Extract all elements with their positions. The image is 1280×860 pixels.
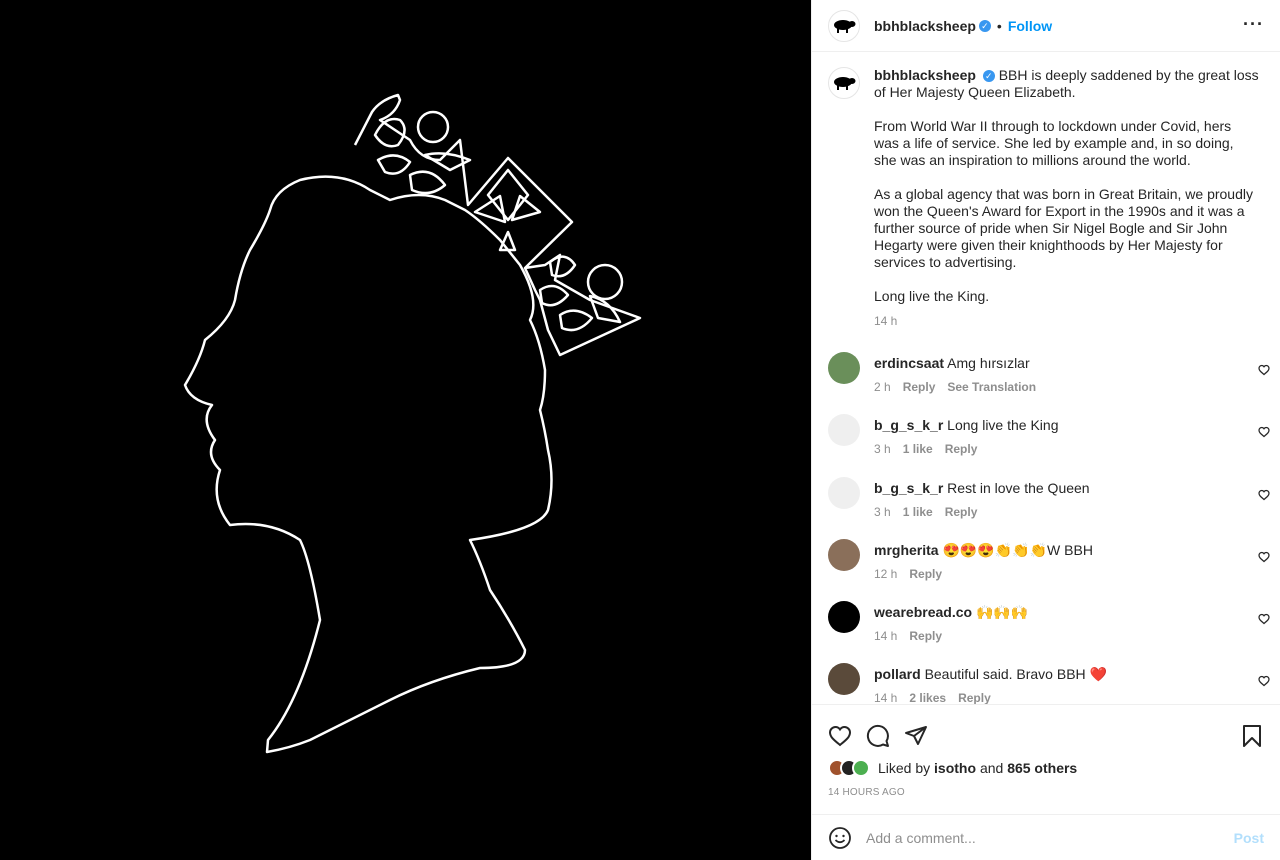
comment-meta: 3 h 1 like Reply <box>874 440 1244 458</box>
comment-time[interactable]: 14 h <box>874 689 897 704</box>
comment-body: pollard Beautiful said. Bravo BBH ❤️ 14 h… <box>874 663 1244 704</box>
bookmark-icon[interactable] <box>1240 724 1264 748</box>
reply-button[interactable]: Reply <box>945 440 978 458</box>
comment-avatar[interactable] <box>828 414 860 447</box>
comment-avatar[interactable] <box>828 663 860 696</box>
comment-item: b_g_s_k_r Rest in love the Queen 3 h 1 lik… <box>812 476 1280 539</box>
liked-by-others[interactable]: 865 others <box>1007 760 1077 776</box>
reply-button[interactable]: Reply <box>903 378 936 396</box>
comment-avatar[interactable] <box>828 476 860 509</box>
comment-avatar[interactable] <box>828 538 860 571</box>
caption-body: bbhblacksheep ✓ BBH is deeply saddened b… <box>874 67 1259 330</box>
comment-text: Beautiful said. Bravo BBH ❤️ <box>924 666 1107 683</box>
comment-time[interactable]: 3 h <box>874 503 891 521</box>
like-comment-heart-icon[interactable] <box>1258 675 1270 687</box>
like-comment-heart-icon[interactable] <box>1258 613 1270 625</box>
verified-badge-icon: ✓ <box>978 19 991 32</box>
more-options-icon[interactable]: ··· <box>1243 14 1264 35</box>
comment-likes[interactable]: 2 likes <box>909 689 946 704</box>
post-caption: bbhblacksheep ✓ BBH is deeply saddened b… <box>812 53 1280 330</box>
comment-text: 🙌🙌🙌 <box>975 604 1029 621</box>
comment-body: erdincsaat Amg hırsızlar 2 h Reply See Tran… <box>874 352 1244 414</box>
like-comment-heart-icon[interactable] <box>1258 364 1270 376</box>
follow-button[interactable]: Follow <box>1008 18 1052 34</box>
add-comment-bar: Post <box>812 814 1280 860</box>
comment-meta: 14 h 2 likes Reply <box>874 689 1244 704</box>
like-comment-heart-icon[interactable] <box>1258 551 1270 563</box>
comment-body: b_g_s_k_r Rest in love the Queen 3 h 1 lik… <box>874 477 1244 539</box>
comment-icon[interactable] <box>866 724 890 748</box>
comment-item: b_g_s_k_r Long live the King 3 h 1 like Rep… <box>812 414 1280 476</box>
reply-button[interactable]: Reply <box>909 565 942 583</box>
comment-text: 😍😍😍👏👏👏W BBH <box>942 541 1093 558</box>
comment-time[interactable]: 3 h <box>874 440 891 458</box>
post-image[interactable] <box>0 0 811 860</box>
sheep-logo-icon <box>834 77 856 90</box>
comment-username[interactable]: pollard <box>874 666 921 682</box>
comment-list: erdincsaat Amg hırsızlar 2 h Reply See Tran… <box>812 352 1280 704</box>
liker-avatars[interactable] <box>828 759 870 777</box>
reply-button[interactable]: Reply <box>909 627 942 645</box>
comment-body: b_g_s_k_r Long live the King 3 h 1 like Rep… <box>874 414 1244 476</box>
comment-time[interactable]: 14 h <box>874 627 897 645</box>
comment-item: wearebread.co 🙌🙌🙌 14 h Reply <box>812 601 1280 663</box>
post-actions: Liked by isotho and 865 others 14 HOURS … <box>812 704 1280 814</box>
comment-body: mrgherita 😍😍😍👏👏👏W BBH 12 h Reply <box>874 539 1244 601</box>
caption-username[interactable]: bbhblacksheep <box>874 67 976 83</box>
comment-item: mrgherita 😍😍😍👏👏👏W BBH 12 h Reply <box>812 538 1280 601</box>
caption-paragraph: As a global agency that was born in Grea… <box>874 186 1253 270</box>
comment-username[interactable]: erdincsaat <box>874 355 944 371</box>
liked-by-user[interactable]: isotho <box>934 760 976 776</box>
comment-input[interactable] <box>866 829 1234 846</box>
reply-button[interactable]: Reply <box>945 503 978 521</box>
verified-badge-icon: ✓ <box>982 70 995 83</box>
likes-summary: Liked by isotho and 865 others <box>812 759 1280 777</box>
liked-by-middle: and <box>979 760 1004 776</box>
separator-dot: • <box>996 17 1002 34</box>
comment-avatar[interactable] <box>828 352 860 384</box>
heart-icon[interactable] <box>828 724 852 748</box>
like-comment-heart-icon[interactable] <box>1258 426 1270 438</box>
caption-paragraph: From World War II through to lockdown un… <box>874 118 1234 168</box>
see-translation-button[interactable]: See Translation <box>947 378 1036 396</box>
post-timestamp[interactable]: 14 HOURS AGO <box>812 777 1280 798</box>
liked-by-prefix: Liked by <box>878 760 931 776</box>
comment-meta: 12 h Reply <box>874 565 1244 583</box>
post-side-panel: bbhblacksheep ✓ • Follow ··· bbhblackshe… <box>811 0 1280 860</box>
sheep-logo-icon <box>834 19 856 33</box>
comment-item: pollard Beautiful said. Bravo BBH ❤️ 14 h… <box>812 663 1280 704</box>
queen-silhouette-illustration <box>183 93 642 754</box>
comment-meta: 14 h Reply <box>874 627 1244 645</box>
comment-item: erdincsaat Amg hırsızlar 2 h Reply See Tran… <box>812 352 1280 414</box>
header-username[interactable]: bbhblacksheep <box>874 18 976 34</box>
comment-username[interactable]: b_g_s_k_r <box>874 417 943 433</box>
comment-meta: 3 h 1 like Reply <box>874 503 1244 521</box>
post-comment-button[interactable]: Post <box>1234 830 1264 846</box>
share-icon[interactable] <box>904 724 928 748</box>
post-header: bbhblacksheep ✓ • Follow ··· <box>812 0 1280 52</box>
comment-time[interactable]: 2 h <box>874 378 891 396</box>
comment-likes[interactable]: 1 like <box>903 503 933 521</box>
caption-time: 14 h <box>874 314 898 328</box>
caption-avatar[interactable] <box>828 67 860 99</box>
comment-username[interactable]: b_g_s_k_r <box>874 480 943 496</box>
profile-avatar[interactable] <box>828 9 860 42</box>
comment-likes[interactable]: 1 like <box>903 440 933 458</box>
comment-meta: 2 h Reply See Translation <box>874 378 1244 396</box>
emoji-icon[interactable] <box>828 826 852 850</box>
comment-username[interactable]: mrgherita <box>874 542 939 558</box>
liker-avatar <box>852 759 870 777</box>
comment-text: Amg hırsızlar <box>947 355 1030 371</box>
caption-paragraph: Long live the King. <box>874 288 990 304</box>
reply-button[interactable]: Reply <box>958 689 991 704</box>
comment-avatar[interactable] <box>828 601 860 634</box>
comment-time[interactable]: 12 h <box>874 565 897 583</box>
comments-scroll-area[interactable]: bbhblacksheep ✓ BBH is deeply saddened b… <box>812 53 1280 704</box>
comment-username[interactable]: wearebread.co <box>874 604 972 620</box>
comment-body: wearebread.co 🙌🙌🙌 14 h Reply <box>874 601 1244 663</box>
like-comment-heart-icon[interactable] <box>1258 489 1270 501</box>
comment-text: Rest in love the Queen <box>947 479 1090 496</box>
comment-text: Long live the King <box>947 417 1059 434</box>
